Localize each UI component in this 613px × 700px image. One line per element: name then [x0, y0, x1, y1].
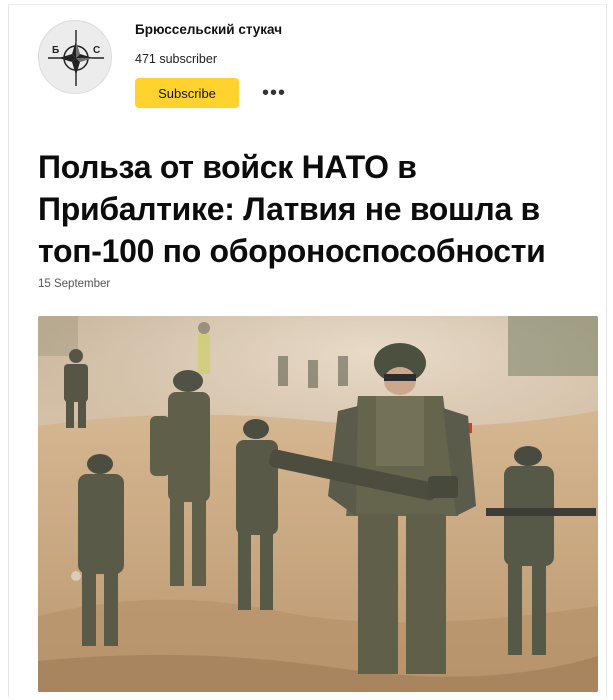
- channel-name[interactable]: Брюссельский стукач: [135, 22, 282, 37]
- channel-header: Б С Брюссельский стукач 471 subscriber S…: [38, 20, 598, 120]
- article-date: 15 September: [38, 278, 111, 290]
- soldiers-photo: [38, 316, 598, 692]
- more-dots-icon[interactable]: •••: [260, 80, 288, 106]
- article-hero-image[interactable]: [38, 316, 598, 692]
- avatar-letter-left: Б: [52, 45, 59, 56]
- article-title: Польза от войск НАТО в Прибалтике: Латви…: [38, 149, 546, 269]
- nato-compass-star-icon: Б С: [40, 22, 111, 93]
- subscribe-button[interactable]: Subscribe: [135, 78, 239, 108]
- channel-avatar[interactable]: Б С: [38, 20, 112, 94]
- subscriber-count: 471 subscriber: [135, 52, 217, 66]
- avatar-letter-right: С: [93, 45, 100, 56]
